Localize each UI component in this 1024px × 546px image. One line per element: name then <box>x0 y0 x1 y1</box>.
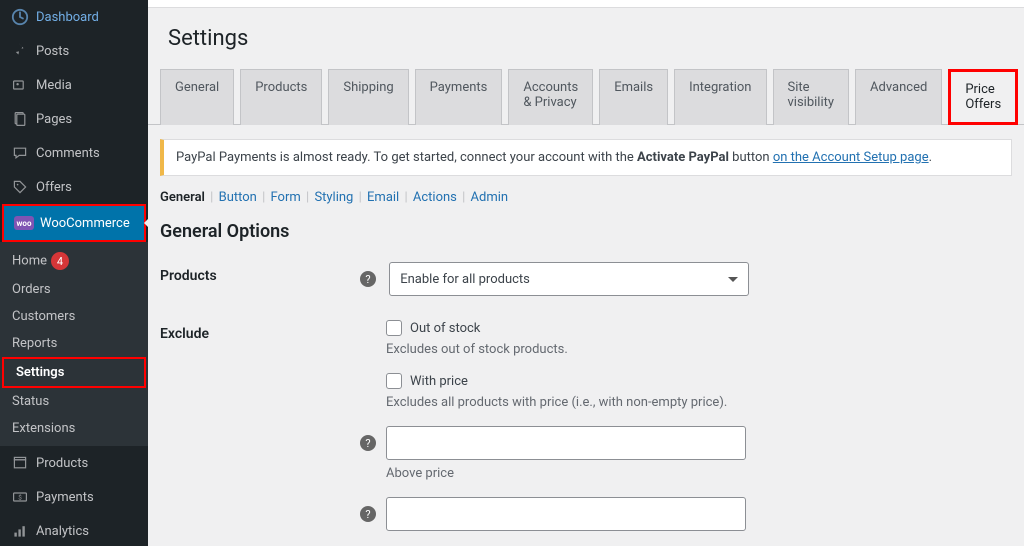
sidebar-label: Payments <box>36 490 94 505</box>
tab-general[interactable]: General <box>160 69 234 125</box>
section-title: General Options <box>148 209 1024 250</box>
sidebar-item-pages[interactable]: Pages <box>0 102 148 136</box>
notice-link[interactable]: on the Account Setup page <box>773 150 929 165</box>
row-products: Products ? Enable for all products <box>148 250 1024 308</box>
pin-icon <box>10 41 30 61</box>
submenu-home[interactable]: Home 4 <box>0 246 148 276</box>
subtab-button[interactable]: Button <box>219 190 257 205</box>
select-value: Enable for all products <box>400 272 530 287</box>
subtab-actions[interactable]: Actions <box>413 190 457 205</box>
main-content: Settings General Products Shipping Payme… <box>148 0 1024 546</box>
sidebar-label: WooCommerce <box>40 216 130 231</box>
sidebar-label: Media <box>36 78 72 93</box>
sidebar-item-products[interactable]: Products <box>0 446 148 480</box>
tab-products[interactable]: Products <box>240 69 322 125</box>
sidebar-label: Dashboard <box>36 10 99 25</box>
settings-tabs: General Products Shipping Payments Accou… <box>148 69 1024 125</box>
payments-icon: $ <box>10 487 30 507</box>
sidebar-item-posts[interactable]: Posts <box>0 34 148 68</box>
help-icon[interactable]: ? <box>360 506 376 522</box>
above-price-input[interactable] <box>386 426 746 460</box>
exclude-label: Exclude <box>160 320 360 342</box>
sidebar-label: Products <box>36 456 88 471</box>
page-title: Settings <box>148 8 1024 69</box>
page-icon <box>10 109 30 129</box>
subtab-email[interactable]: Email <box>367 190 399 205</box>
tab-integration[interactable]: Integration <box>674 69 766 125</box>
svg-text:$: $ <box>18 493 22 501</box>
admin-bar <box>148 0 1024 8</box>
subtab-form[interactable]: Form <box>271 190 301 205</box>
notice-text-pre: PayPal Payments is almost ready. To get … <box>176 150 637 165</box>
subtab-styling[interactable]: Styling <box>314 190 353 205</box>
subtab-admin[interactable]: Admin <box>471 190 509 205</box>
tab-shipping[interactable]: Shipping <box>328 69 408 125</box>
sidebar-item-dashboard[interactable]: Dashboard <box>0 0 148 34</box>
media-icon <box>10 75 30 95</box>
highlight-settings: Settings <box>2 357 146 388</box>
sidebar-item-analytics[interactable]: Analytics <box>0 514 148 546</box>
notice-text-mid: button <box>729 150 773 165</box>
below-price-input[interactable] <box>386 497 746 531</box>
products-icon <box>10 453 30 473</box>
sidebar-item-comments[interactable]: Comments <box>0 136 148 170</box>
highlight-woocommerce: woo WooCommerce <box>2 204 146 242</box>
sidebar-item-media[interactable]: Media <box>0 68 148 102</box>
with-price-desc: Excludes all products with price (i.e., … <box>386 395 1012 410</box>
submenu-extensions[interactable]: Extensions <box>0 415 148 442</box>
sidebar-label: Offers <box>36 180 72 195</box>
sidebar-submenu: Home4 Orders Customers Reports Settings … <box>0 242 148 446</box>
products-select[interactable]: Enable for all products <box>389 262 749 296</box>
out-of-stock-label: Out of stock <box>410 321 480 336</box>
help-icon[interactable]: ? <box>360 435 376 451</box>
submenu-customers[interactable]: Customers <box>0 303 148 330</box>
tab-accounts-privacy[interactable]: Accounts & Privacy <box>508 69 593 125</box>
notice-text-suffix: . <box>929 150 932 165</box>
chevron-down-icon <box>728 277 738 282</box>
with-price-checkbox[interactable] <box>386 373 402 389</box>
analytics-icon <box>10 521 30 541</box>
subtab-general[interactable]: General <box>160 190 205 205</box>
help-icon[interactable]: ? <box>360 271 376 287</box>
row-exclude: Exclude Out of stock Excludes out of sto… <box>148 308 1024 546</box>
products-label: Products <box>160 262 360 284</box>
update-badge: 4 <box>51 252 69 270</box>
sidebar-label: Analytics <box>36 524 89 539</box>
paypal-notice: PayPal Payments is almost ready. To get … <box>160 139 1012 176</box>
tab-emails[interactable]: Emails <box>599 69 668 125</box>
admin-sidebar: Dashboard Posts Media Pages Comments Off… <box>0 0 148 546</box>
notice-text-bold: Activate PayPal <box>637 150 729 165</box>
sidebar-item-payments[interactable]: $ Payments <box>0 480 148 514</box>
sidebar-item-woocommerce[interactable]: woo WooCommerce <box>4 206 144 240</box>
sidebar-label: Comments <box>36 146 100 161</box>
with-price-label: With price <box>410 374 468 389</box>
sidebar-label: Posts <box>36 44 69 59</box>
sidebar-item-offers[interactable]: Offers <box>0 170 148 204</box>
submenu-orders[interactable]: Orders <box>0 276 148 303</box>
submenu-status[interactable]: Status <box>0 388 148 415</box>
tab-advanced[interactable]: Advanced <box>855 69 942 125</box>
tab-site-visibility[interactable]: Site visibility <box>773 69 850 125</box>
above-price-desc: Above price <box>386 466 1012 481</box>
tab-payments[interactable]: Payments <box>415 69 503 125</box>
comments-icon <box>10 143 30 163</box>
offers-icon <box>10 177 30 197</box>
out-of-stock-checkbox[interactable] <box>386 320 402 336</box>
submenu-settings[interactable]: Settings <box>4 359 144 386</box>
out-of-stock-desc: Excludes out of stock products. <box>386 342 1012 357</box>
dashboard-icon <box>10 7 30 27</box>
submenu-reports[interactable]: Reports <box>0 330 148 357</box>
sub-tabs: General | Button | Form | Styling | Emai… <box>148 184 1024 209</box>
tab-price-offers[interactable]: Price Offers <box>948 69 1018 125</box>
submenu-label: Home <box>12 254 47 269</box>
sidebar-label: Pages <box>36 112 72 127</box>
woocommerce-icon: woo <box>14 213 34 233</box>
